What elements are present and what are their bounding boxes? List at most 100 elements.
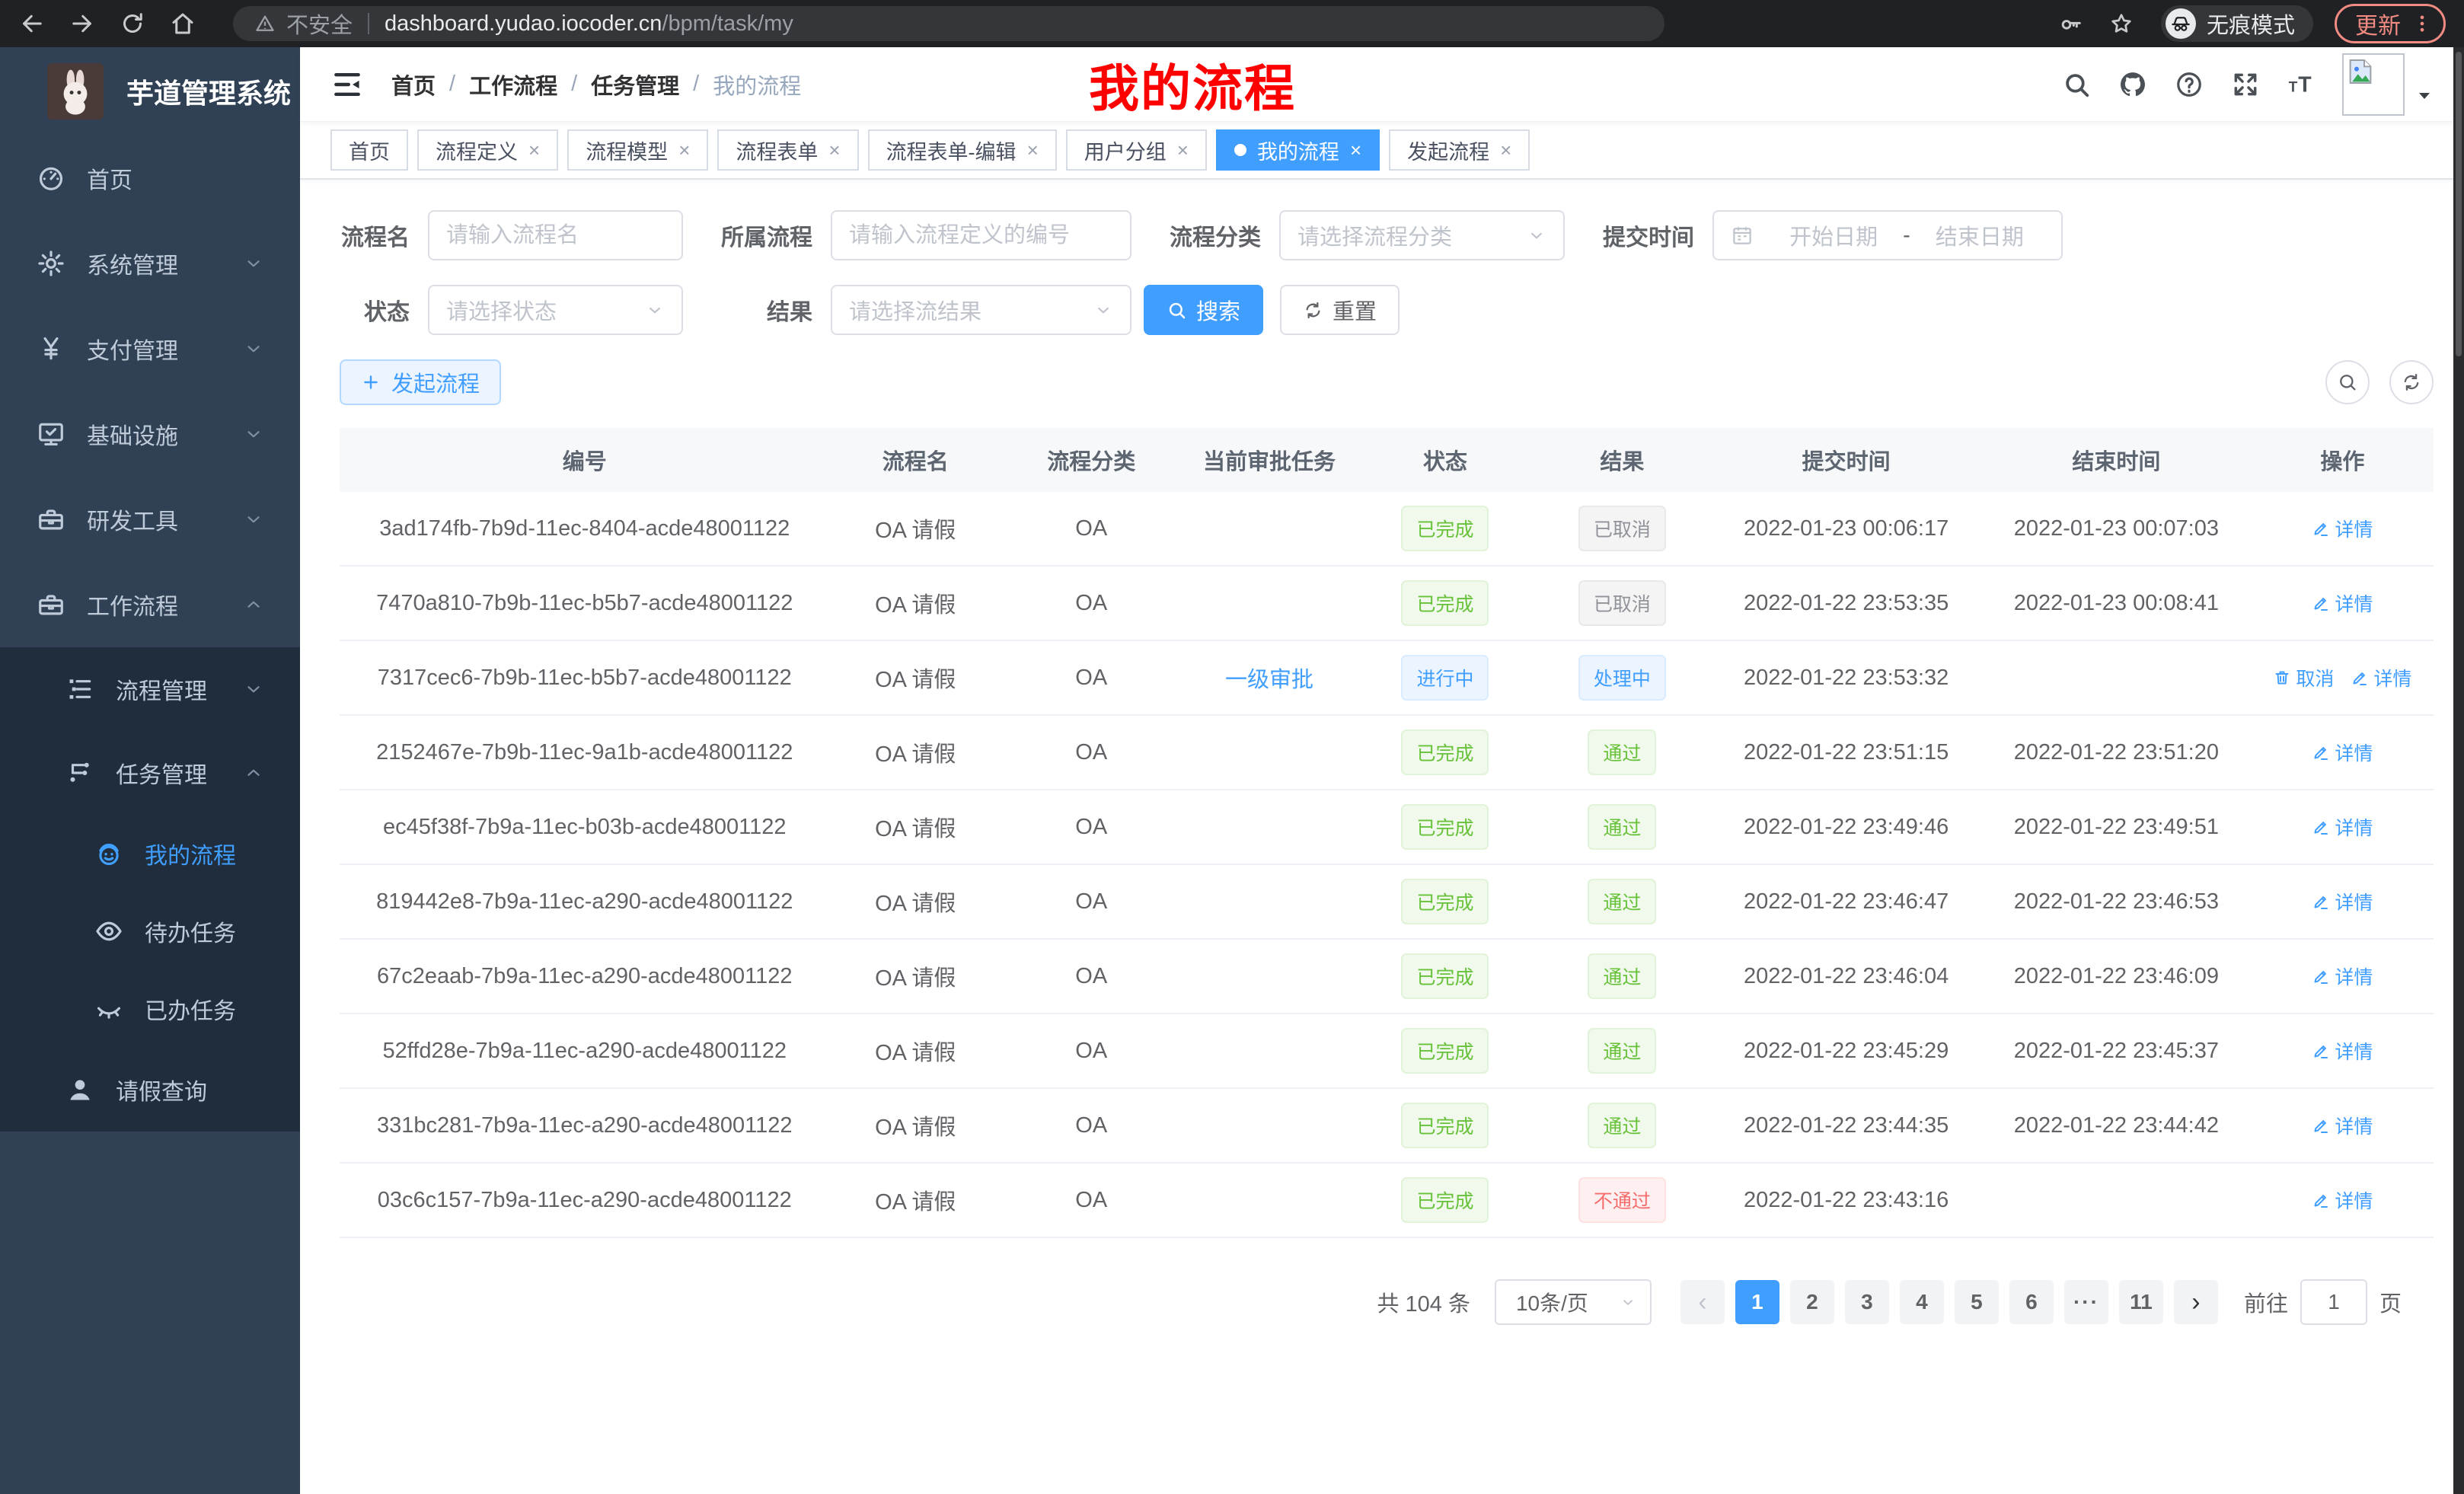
sidebar-item-done-task[interactable]: 已办任务 [0, 970, 300, 1048]
status-select[interactable]: 请选择状态 [428, 285, 683, 335]
address-bar[interactable]: 不安全 dashboard.yudao.iocoder.cn /bpm/task… [233, 6, 1664, 41]
detail-link[interactable]: 详情 [2312, 1186, 2373, 1214]
detail-link[interactable]: 详情 [2312, 813, 2373, 841]
page-button-5[interactable]: 5 [1955, 1280, 1999, 1324]
bookmark-star-icon[interactable] [2109, 11, 2134, 36]
parent-process-input-field[interactable] [849, 223, 1113, 248]
sidebar-item-home[interactable]: 首页 [0, 136, 300, 221]
key-icon[interactable] [2059, 11, 2083, 36]
sidebar-item-payment[interactable]: 支付管理 [0, 306, 300, 391]
scrollbar-thumb[interactable] [2456, 52, 2462, 356]
prev-page-button[interactable]: ‹ [1680, 1280, 1725, 1324]
sidebar-item-infrastructure[interactable]: 基础设施 [0, 391, 300, 477]
date-start-placeholder[interactable]: 开始日期 [1769, 219, 1898, 251]
close-icon[interactable]: × [1500, 140, 1511, 160]
page-button-1[interactable]: 1 [1735, 1280, 1779, 1324]
detail-link[interactable]: 详情 [2312, 515, 2373, 542]
url-host[interactable]: dashboard.yudao.iocoder.cn [385, 11, 662, 37]
github-icon[interactable] [2118, 70, 2147, 99]
url-path[interactable]: /bpm/task/my [662, 11, 793, 37]
detail-link[interactable]: 详情 [2351, 664, 2411, 691]
not-secure-label[interactable]: 不安全 [286, 8, 353, 40]
page-button-3[interactable]: 3 [1845, 1280, 1889, 1324]
tab-my-process[interactable]: 我的流程× [1216, 129, 1380, 171]
date-end-placeholder[interactable]: 结束日期 [1915, 219, 2044, 251]
close-icon[interactable]: × [1027, 140, 1039, 160]
sidebar-collapse-icon[interactable] [330, 68, 364, 101]
detail-link[interactable]: 详情 [2312, 888, 2373, 915]
tab-process-def[interactable]: 流程定义× [417, 129, 558, 171]
page-button-2[interactable]: 2 [1790, 1280, 1834, 1324]
search-icon[interactable] [2062, 70, 2091, 99]
refresh-icon [2401, 372, 2422, 393]
process-name-input[interactable] [428, 210, 683, 260]
date-range-picker[interactable]: 开始日期 - 结束日期 [1712, 210, 2063, 260]
sidebar-item-label: 已办任务 [145, 992, 236, 1026]
close-icon[interactable]: × [1350, 140, 1361, 160]
category-select[interactable]: 请选择流程分类 [1279, 210, 1565, 260]
search-button[interactable]: 搜索 [1144, 285, 1263, 335]
tab-form-edit[interactable]: 流程表单-编辑× [868, 129, 1057, 171]
tab-user-group[interactable]: 用户分组× [1066, 129, 1207, 171]
reset-button[interactable]: 重置 [1280, 285, 1400, 335]
current-task-link[interactable]: 一级审批 [1225, 668, 1313, 692]
app-logo-row[interactable]: 芋道管理系统 [0, 47, 300, 136]
update-menu-button[interactable]: 更新 [2335, 4, 2446, 43]
back-icon[interactable] [18, 10, 46, 37]
detail-link[interactable]: 详情 [2312, 1112, 2373, 1139]
avatar[interactable] [2342, 53, 2405, 116]
page-size-select[interactable]: 10条/页 [1495, 1279, 1652, 1325]
sidebar-item-leave-query[interactable]: 请假查询 [0, 1048, 300, 1132]
kebab-menu-icon[interactable] [2411, 11, 2433, 36]
tab-process-model[interactable]: 流程模型× [567, 129, 708, 171]
close-icon[interactable]: × [1177, 140, 1189, 160]
app-header: 首页 / 工作流程 / 任务管理 / 我的流程 我的流程 TT [300, 47, 2464, 122]
tab-start-process[interactable]: 发起流程× [1389, 129, 1530, 171]
goto-page-input[interactable] [2300, 1279, 2367, 1325]
status-label: 状态 [340, 293, 410, 327]
close-icon[interactable]: × [678, 140, 690, 160]
sidebar-item-devtools[interactable]: 研发工具 [0, 477, 300, 562]
font-size-icon[interactable]: TT [2287, 70, 2316, 99]
tab-home[interactable]: 首页 [330, 129, 408, 171]
breadcrumb-task-manage[interactable]: 任务管理 [591, 69, 679, 101]
page-button-11[interactable]: 11 [2119, 1280, 2163, 1324]
cell-id: 67c2eaab-7b9a-11ec-a290-acde48001122 [340, 964, 830, 989]
home-icon[interactable] [169, 10, 196, 37]
detail-link[interactable]: 详情 [2312, 1037, 2373, 1065]
reload-icon[interactable] [119, 10, 146, 37]
result-select[interactable]: 请选择流结果 [831, 285, 1131, 335]
sidebar-item-workflow[interactable]: 工作流程 [0, 562, 300, 647]
next-page-button[interactable]: › [2174, 1280, 2218, 1324]
detail-link[interactable]: 详情 [2312, 589, 2373, 617]
cancel-link[interactable]: 取消 [2273, 664, 2334, 691]
sidebar-item-my-process[interactable]: 我的流程 [0, 815, 300, 892]
sidebar-item-system[interactable]: 系统管理 [0, 221, 300, 306]
show-search-button[interactable] [2325, 360, 2370, 404]
refresh-table-button[interactable] [2389, 360, 2434, 404]
sidebar-item-todo-task[interactable]: 待办任务 [0, 892, 300, 970]
breadcrumb-workflow[interactable]: 工作流程 [469, 69, 557, 101]
detail-link[interactable]: 详情 [2312, 739, 2373, 766]
help-icon[interactable] [2175, 70, 2204, 99]
cell-end-time: 2022-01-22 23:51:20 [1981, 740, 2252, 765]
page-button-4[interactable]: 4 [1900, 1280, 1944, 1324]
avatar-caret-icon[interactable] [2415, 87, 2434, 105]
parent-process-input[interactable] [831, 210, 1131, 260]
sidebar-item-task-manage[interactable]: 任务管理 [0, 731, 300, 815]
fullscreen-icon[interactable] [2231, 70, 2260, 99]
breadcrumb-current: 我的流程 [713, 69, 801, 101]
more-pages-button[interactable]: ··· [2064, 1280, 2108, 1324]
detail-link[interactable]: 详情 [2312, 962, 2373, 990]
breadcrumb-home[interactable]: 首页 [391, 69, 436, 101]
page-scrollbar[interactable] [2453, 47, 2464, 1494]
forward-icon[interactable] [69, 10, 96, 37]
start-process-button[interactable]: 发起流程 [340, 359, 501, 405]
close-icon[interactable]: × [828, 140, 840, 160]
sidebar-item-process-manage[interactable]: 流程管理 [0, 647, 300, 731]
cell-status: 已完成 [1357, 804, 1533, 850]
page-button-6[interactable]: 6 [2009, 1280, 2054, 1324]
close-icon[interactable]: × [528, 140, 540, 160]
tab-process-form[interactable]: 流程表单× [717, 129, 858, 171]
process-name-input-field[interactable] [446, 223, 665, 248]
